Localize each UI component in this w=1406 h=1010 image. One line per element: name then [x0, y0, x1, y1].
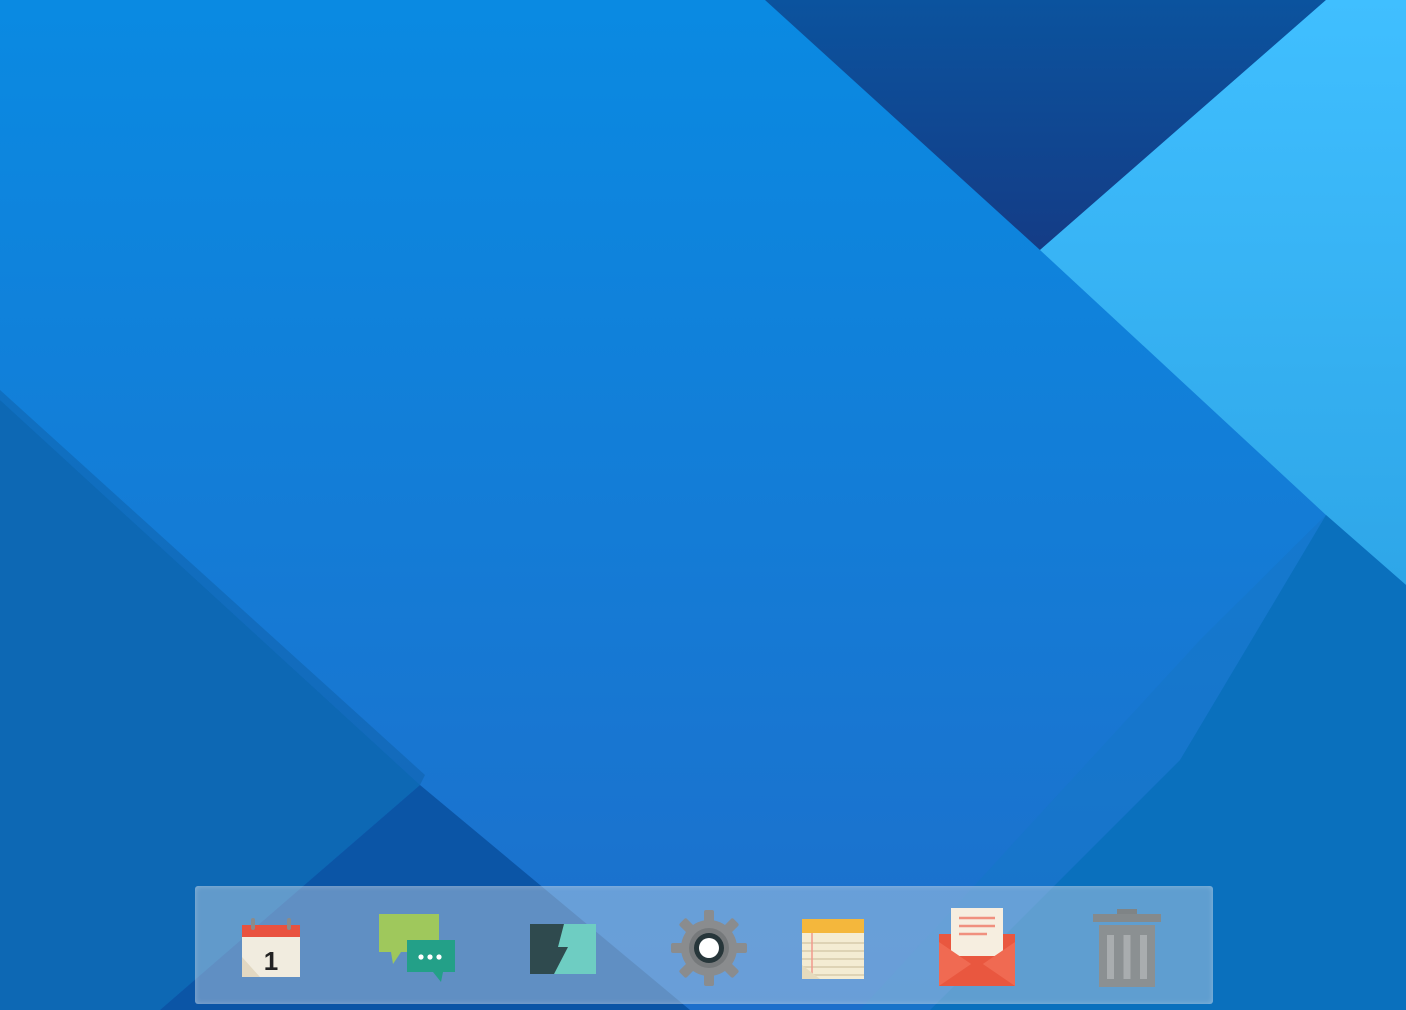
calendar-day: 1: [264, 946, 278, 976]
trash-icon: [1093, 909, 1161, 987]
dock: 1: [195, 886, 1213, 1004]
dock-item-calendar[interactable]: 1: [229, 906, 313, 990]
chat-bubbles-icon: [379, 914, 455, 982]
calendar-icon: 1: [242, 918, 300, 977]
dock-item-mail[interactable]: [935, 906, 1019, 990]
dock-item-app[interactable]: [521, 906, 605, 990]
lightning-app-icon: [530, 924, 596, 974]
dock-item-settings[interactable]: [667, 906, 751, 990]
dock-item-notes[interactable]: [791, 906, 875, 990]
gear-icon: [671, 910, 747, 986]
desktop: 1: [0, 0, 1406, 1010]
notepad-icon: [802, 919, 864, 979]
dock-item-trash[interactable]: [1085, 906, 1169, 990]
desktop-wallpaper: [0, 0, 1406, 1010]
dock-item-messages[interactable]: [375, 906, 459, 990]
envelope-icon: [939, 908, 1015, 986]
